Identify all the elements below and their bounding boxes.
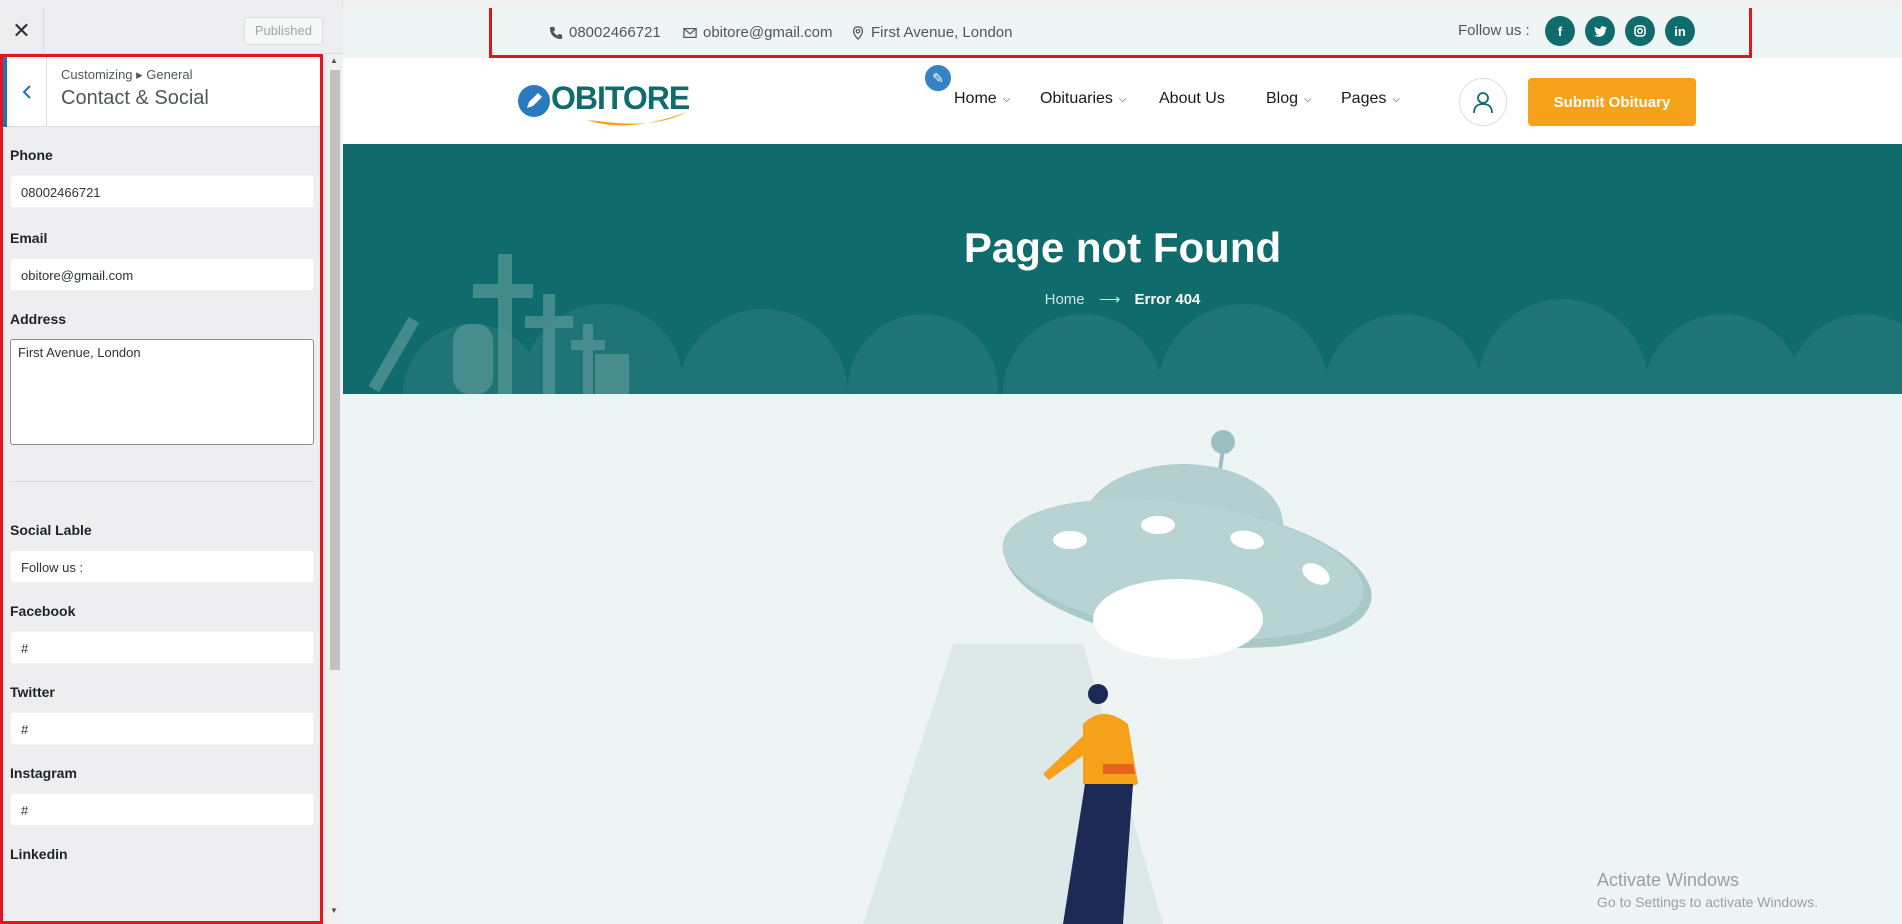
contact-social-section: Customizing ▸ General Contact & Social P… xyxy=(0,54,323,924)
instagram-input[interactable]: # xyxy=(10,793,314,826)
edit-shortcut-icon[interactable]: ✎ xyxy=(922,62,954,94)
address-field-group: Address First Avenue, London xyxy=(3,311,320,445)
error-content: Activate Windows Go to Settings to activ… xyxy=(343,394,1902,924)
logo-feather-icon xyxy=(587,112,687,126)
nav-blog-label: Blog xyxy=(1266,90,1299,107)
chevron-down-icon: ⌵ xyxy=(1392,93,1400,105)
nav-about-us-label: About Us xyxy=(1159,90,1225,107)
main-navbar: OBITORE ✎ Home ⌵ Obituaries ⌵ About Us Blo… xyxy=(343,58,1902,144)
mail-icon xyxy=(683,27,697,38)
twitter-icon[interactable] xyxy=(1585,16,1615,46)
section-header: Customizing ▸ General Contact & Social xyxy=(3,57,320,127)
breadcrumb: Home ⟶ Error 404 xyxy=(343,290,1902,308)
scroll-up-icon[interactable]: ▲ xyxy=(330,56,338,65)
facebook-label: Facebook xyxy=(10,603,76,619)
nav-pages[interactable]: Pages ⌵ xyxy=(1341,90,1400,108)
nav-obituaries-label: Obituaries xyxy=(1040,90,1113,107)
divider xyxy=(10,481,314,482)
activate-windows-title: Activate Windows xyxy=(1597,870,1740,890)
customizer-scrollbar[interactable]: ▲ ▼ xyxy=(327,54,343,924)
chevron-down-icon: ⌵ xyxy=(1118,93,1127,105)
email-field-group: Email obitore@gmail.com xyxy=(3,230,320,291)
twitter-label: Twitter xyxy=(10,684,55,700)
nav-home[interactable]: Home ⌵ xyxy=(954,90,1010,108)
twitter-field-group: Twitter # xyxy=(3,684,320,745)
published-button[interactable]: Published xyxy=(243,17,323,45)
site-preview: 08002466721 obitore@gmail.com First Aven… xyxy=(343,8,1902,924)
topbar-phone-text: 08002466721 xyxy=(569,24,661,41)
facebook-input[interactable]: # xyxy=(10,631,314,664)
user-account-button[interactable] xyxy=(1459,78,1507,126)
instagram-icon[interactable] xyxy=(1625,16,1655,46)
page-hero: Page not Found Home ⟶ Error 404 xyxy=(343,144,1902,394)
topbar-email[interactable]: obitore@gmail.com xyxy=(683,24,832,41)
back-chevron-icon[interactable] xyxy=(3,57,47,127)
breadcrumb: Customizing ▸ General xyxy=(61,67,193,82)
chevron-down-icon: ⌵ xyxy=(1002,93,1011,105)
phone-input[interactable]: 08002466721 xyxy=(10,175,314,208)
logo-pencil-icon xyxy=(518,85,550,117)
topbar-address: First Avenue, London xyxy=(851,24,1013,41)
activate-windows-subtitle: Go to Settings to activate Windows. xyxy=(1597,894,1818,910)
phone-label: Phone xyxy=(10,147,53,163)
breadcrumb-current: Error 404 xyxy=(1134,291,1201,308)
topbar-email-text: obitore@gmail.com xyxy=(703,24,833,41)
phone-field-group: Phone 08002466721 xyxy=(3,147,320,208)
submit-obituary-button[interactable]: Submit Obituary xyxy=(1528,78,1696,126)
scroll-thumb[interactable] xyxy=(330,70,340,670)
twitter-input[interactable]: # xyxy=(10,712,314,745)
linkedin-icon[interactable]: in xyxy=(1665,16,1695,46)
social-label-label: Social Lable xyxy=(10,522,92,538)
chevron-down-icon: ⌵ xyxy=(1304,93,1312,105)
phone-icon xyxy=(549,26,563,39)
instagram-field-group: Instagram # xyxy=(3,765,320,826)
email-label: Email xyxy=(10,230,48,246)
close-icon[interactable]: ✕ xyxy=(0,7,44,54)
nav-about-us[interactable]: About Us xyxy=(1159,90,1225,108)
nav-pages-label: Pages xyxy=(1341,90,1387,107)
facebook-icon[interactable]: f xyxy=(1545,16,1575,46)
nav-blog[interactable]: Blog ⌵ xyxy=(1266,90,1312,108)
breadcrumb-home[interactable]: Home xyxy=(1045,291,1085,308)
page-title: Page not Found xyxy=(963,224,1282,271)
customizer-panel: ✕ Published Customizing ▸ General Contac… xyxy=(0,0,343,924)
top-bar: 08002466721 obitore@gmail.com First Aven… xyxy=(343,8,1902,58)
linkedin-label: Linkedin xyxy=(10,846,68,862)
user-icon xyxy=(1473,92,1493,114)
facebook-field-group: Facebook # xyxy=(3,603,320,664)
topbar-address-text: First Avenue, London xyxy=(871,24,1013,41)
linkedin-field-group: Linkedin xyxy=(3,846,320,862)
scroll-down-icon[interactable]: ▼ xyxy=(330,906,338,915)
nav-obituaries[interactable]: Obituaries ⌵ xyxy=(1040,90,1127,108)
site-logo[interactable]: OBITORE xyxy=(517,76,690,126)
follow-us-label: Follow us : xyxy=(1458,22,1530,39)
social-label-input[interactable]: Follow us : xyxy=(10,550,314,583)
section-title: Contact & Social xyxy=(61,87,209,109)
address-label: Address xyxy=(10,311,67,327)
ufo-illustration xyxy=(863,430,1372,924)
address-textarea[interactable]: First Avenue, London xyxy=(10,339,314,445)
nav-home-label: Home xyxy=(954,90,997,107)
location-pin-icon xyxy=(853,25,863,40)
arrow-right-icon: ⟶ xyxy=(1098,291,1121,308)
customizer-header: ✕ Published xyxy=(0,7,343,54)
topbar-phone[interactable]: 08002466721 xyxy=(549,24,661,41)
instagram-label: Instagram xyxy=(10,765,77,781)
email-input[interactable]: obitore@gmail.com xyxy=(10,258,314,291)
social-label-field-group: Social Lable Follow us : xyxy=(3,522,320,583)
